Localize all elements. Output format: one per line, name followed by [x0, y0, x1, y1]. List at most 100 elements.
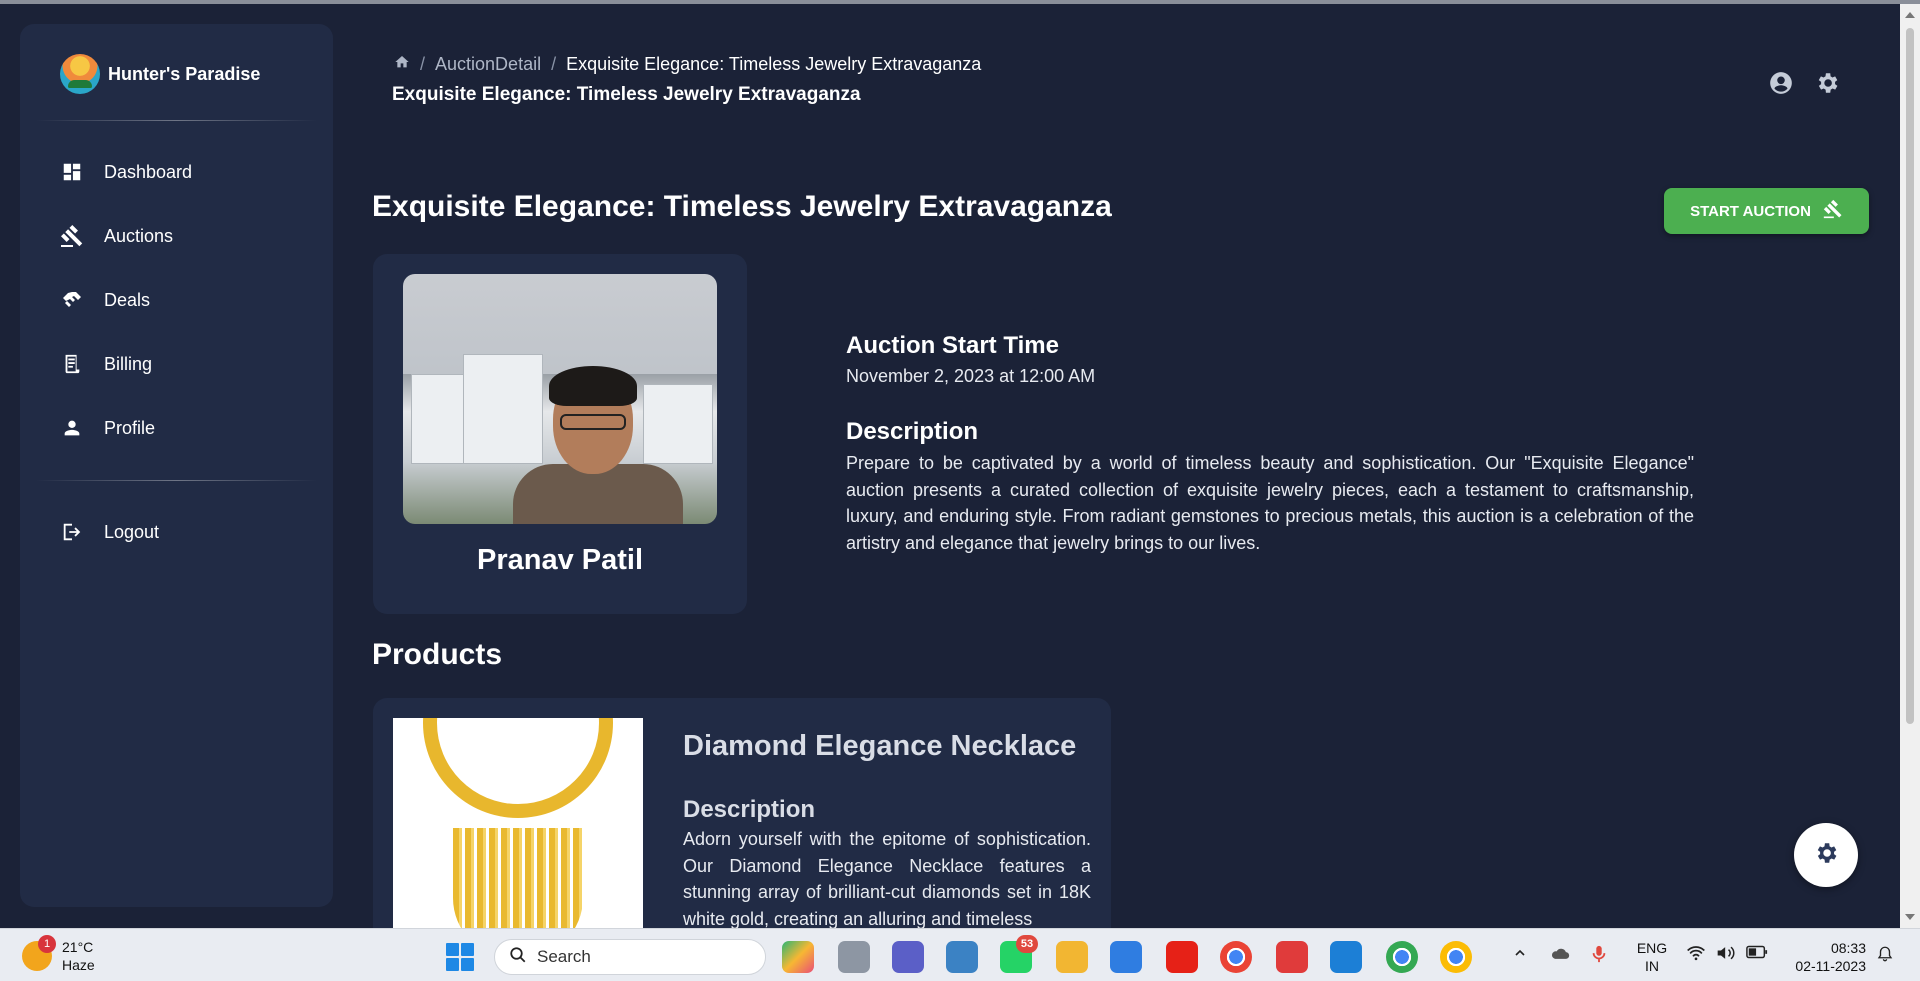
logout-button[interactable]: Logout	[60, 512, 159, 552]
sidebar-item-deals[interactable]: Deals	[60, 280, 150, 320]
weather-widget[interactable]: 1 21°C Haze	[22, 935, 95, 974]
sidebar-item-label: Billing	[104, 353, 153, 374]
necklace-drops	[453, 828, 583, 938]
chrome-active-icon[interactable]	[1440, 941, 1472, 973]
photo-glasses	[560, 414, 626, 430]
photo-building	[643, 384, 713, 464]
scrollbar-thumb[interactable]	[1906, 28, 1914, 724]
taskbar-clock[interactable]: 08:33 02-11-2023	[1784, 939, 1866, 975]
handshake-icon	[60, 288, 84, 312]
products-section-title: Products	[372, 638, 503, 671]
battery-icon[interactable]	[1746, 945, 1768, 963]
windows-start-icon[interactable]	[446, 943, 474, 971]
notification-bell-icon[interactable]	[1876, 945, 1894, 967]
page-scrollbar[interactable]	[1900, 4, 1920, 928]
breadcrumb-separator: /	[420, 54, 426, 74]
description-label: Description	[846, 418, 979, 445]
clock-time: 08:33	[1830, 940, 1866, 956]
vscode-icon[interactable]	[1330, 941, 1362, 973]
brand-logo-icon	[60, 54, 100, 94]
page-title: Exquisite Elegance: Timeless Jewelry Ext…	[392, 84, 861, 105]
volume-icon[interactable]	[1716, 945, 1736, 965]
auction-description: Prepare to be captivated by a world of t…	[846, 453, 1694, 553]
whatsapp-icon[interactable]: 53	[1000, 935, 1038, 973]
sidebar-item-billing[interactable]: Billing	[60, 344, 152, 384]
sidebar-item-profile[interactable]: Profile	[60, 408, 155, 448]
language-top: ENG	[1636, 940, 1668, 956]
home-icon[interactable]	[394, 54, 410, 75]
dashboard-icon	[60, 160, 84, 184]
brand[interactable]: Hunter's Paradise	[60, 54, 260, 94]
seller-name: Pranav Patil	[476, 544, 644, 576]
logout-label: Logout	[104, 521, 160, 542]
receipt-icon	[60, 352, 84, 376]
brand-name: Hunter's Paradise	[108, 63, 261, 84]
breadcrumb: / AuctionDetail / Exquisite Elegance: Ti…	[394, 54, 981, 75]
store-icon[interactable]	[946, 941, 978, 973]
taskbar-search[interactable]: Search	[494, 939, 766, 975]
copilot-icon[interactable]	[782, 941, 814, 973]
product-description: Adorn yourself with the epitome of sophi…	[683, 829, 1091, 929]
product-description-label: Description	[683, 796, 816, 823]
windows-taskbar: 1 21°C Haze Search 53 ENG IN 08:33 02-11…	[0, 928, 1920, 981]
product-card[interactable]: Diamond Elegance Necklace Description Ad…	[373, 698, 1111, 938]
start-time-label: Auction Start Time	[846, 332, 1059, 359]
photo-person-hair	[549, 366, 637, 406]
scroll-down-arrow[interactable]	[1905, 914, 1915, 920]
photo-building	[411, 374, 471, 464]
weather-sun-icon: 1	[22, 935, 56, 971]
gavel-icon	[60, 224, 84, 248]
whatsapp-badge: 53	[1016, 935, 1038, 953]
seller-photo	[403, 274, 717, 524]
microphone-icon[interactable]	[1592, 945, 1606, 967]
breadcrumb-current: Exquisite Elegance: Timeless Jewelry Ext…	[566, 54, 982, 74]
chevron-up-icon[interactable]	[1512, 945, 1528, 965]
language-bottom: IN	[1645, 958, 1659, 974]
calendar-app-icon[interactable]	[1110, 941, 1142, 973]
product-title: Diamond Elegance Necklace	[683, 730, 1077, 762]
person-icon	[60, 416, 84, 440]
wifi-icon[interactable]	[1686, 945, 1706, 965]
sidebar-divider	[36, 480, 317, 481]
start-auction-button[interactable]: START AUCTION	[1664, 188, 1869, 234]
sidebar: Hunter's Paradise Dashboard Auctions Dea…	[20, 24, 333, 907]
breadcrumb-separator: /	[551, 54, 557, 74]
sidebar-item-label: Dashboard	[104, 161, 193, 182]
settings-gear-icon	[1813, 840, 1839, 871]
clock-date: 02-11-2023	[1795, 958, 1866, 974]
sidebar-item-label: Profile	[104, 417, 156, 438]
window-top-edge	[0, 0, 1920, 4]
sidebar-item-label: Deals	[104, 289, 151, 310]
necklace-chain	[423, 718, 613, 818]
sidebar-item-label: Auctions	[104, 225, 174, 246]
start-time-value: November 2, 2023 at 12:00 AM	[846, 366, 1096, 386]
weather-desc: Haze	[62, 957, 95, 973]
start-auction-label: START AUCTION	[1690, 202, 1811, 220]
file-explorer-icon[interactable]	[1056, 941, 1088, 973]
photo-building	[463, 354, 543, 464]
sidebar-item-dashboard[interactable]: Dashboard	[60, 152, 192, 192]
weather-temp: 21°C	[62, 939, 94, 955]
task-view-icon[interactable]	[838, 941, 870, 973]
language-indicator[interactable]: ENG IN	[1632, 939, 1672, 975]
sidebar-item-auctions[interactable]: Auctions	[60, 216, 173, 256]
red-app-icon[interactable]	[1276, 941, 1308, 973]
search-placeholder: Search	[537, 947, 591, 966]
weather-badge: 1	[38, 935, 56, 953]
sidebar-divider	[36, 120, 317, 121]
seller-card: Pranav Patil	[373, 254, 747, 614]
onedrive-icon[interactable]	[1550, 945, 1570, 965]
search-icon	[509, 946, 527, 969]
scroll-up-arrow[interactable]	[1905, 12, 1915, 18]
product-image	[393, 718, 643, 938]
chrome-profile-icon[interactable]	[1386, 941, 1418, 973]
teams-icon[interactable]	[892, 941, 924, 973]
floating-settings-button[interactable]	[1794, 823, 1858, 887]
gavel-icon	[1823, 199, 1843, 223]
account-icon[interactable]	[1768, 70, 1794, 96]
settings-gear-icon[interactable]	[1814, 70, 1840, 96]
youtube-icon[interactable]	[1166, 941, 1198, 973]
chrome-icon[interactable]	[1220, 941, 1252, 973]
logout-icon	[60, 520, 84, 544]
breadcrumb-link[interactable]: AuctionDetail	[435, 54, 541, 75]
